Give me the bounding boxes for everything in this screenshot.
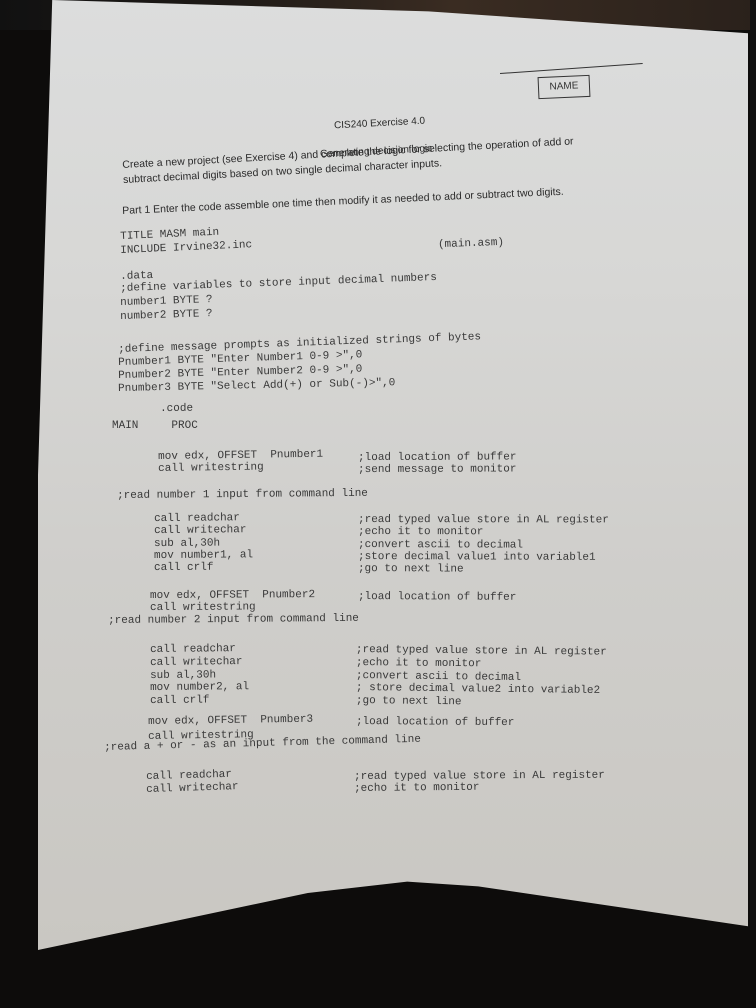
- code-comment: ;load location of buffer: [357, 591, 517, 604]
- code-line: call writestring: [150, 601, 256, 614]
- name-underline: [499, 63, 643, 74]
- code-line: ;read number 2 input from command line: [108, 612, 359, 627]
- code-line: ;read number 1 input from command line: [117, 487, 368, 502]
- code-line: ;define variables to store input decimal…: [120, 271, 438, 295]
- code-comment: ;echo it to monitor: [355, 657, 482, 671]
- code-line: mov edx, OFFSET Pnumber3: [148, 713, 314, 728]
- code-comment: ;read typed value store in AL register: [354, 769, 605, 783]
- code-line: mov number2, al: [150, 681, 250, 694]
- name-label: NAME: [549, 80, 579, 93]
- code-line: call writestring: [158, 461, 264, 475]
- name-field-box: NAME: [537, 74, 591, 100]
- code-line: call readchar: [154, 512, 240, 525]
- code-comment: ;echo it to monitor: [354, 781, 480, 795]
- code-line: number1 BYTE ?: [120, 294, 213, 309]
- code-line: .code: [160, 402, 194, 415]
- code-comment: ;echo it to monitor: [357, 526, 484, 539]
- code-line: call readchar: [150, 643, 236, 656]
- code-comment: ;convert ascii to decimal: [357, 539, 524, 552]
- code-line: call crlf: [154, 561, 214, 574]
- code-line: MAIN PROC: [112, 420, 198, 432]
- code-comment: ;send message to monitor: [358, 463, 517, 476]
- part1-instructions: Part 1 Enter the code assemble one time …: [122, 185, 564, 217]
- code-line: sub al,30h: [154, 537, 221, 550]
- code-comment: ;go to next line: [357, 563, 464, 576]
- code-filename: (main.asm): [437, 236, 505, 252]
- code-line: sub al,30h: [150, 669, 217, 682]
- code-comment: ;load location of buffer: [358, 451, 517, 464]
- code-line: call writechar: [146, 781, 239, 796]
- instructions-paragraph: Create a new project (see Exercise 4) an…: [122, 131, 643, 188]
- document-content: NAME CIS240 Exercise 4.0 Generating deci…: [0, 0, 756, 1008]
- code-line: mov number1, al: [154, 549, 254, 562]
- code-line: mov edx, OFFSET Pnumber2: [150, 589, 316, 602]
- code-line: call writechar: [150, 656, 243, 669]
- code-comment: ;go to next line: [355, 695, 462, 709]
- code-line: call crlf: [150, 694, 210, 707]
- code-line: number2 BYTE ?: [120, 308, 213, 323]
- code-comment: ;load location of buffer: [355, 716, 515, 730]
- course-title: CIS240 Exercise 4.0: [333, 115, 426, 132]
- code-comment: ;store decimal value1 into variable1: [357, 551, 596, 564]
- code-comment: ;read typed value store in AL register: [357, 514, 609, 527]
- code-line: call writechar: [154, 524, 247, 537]
